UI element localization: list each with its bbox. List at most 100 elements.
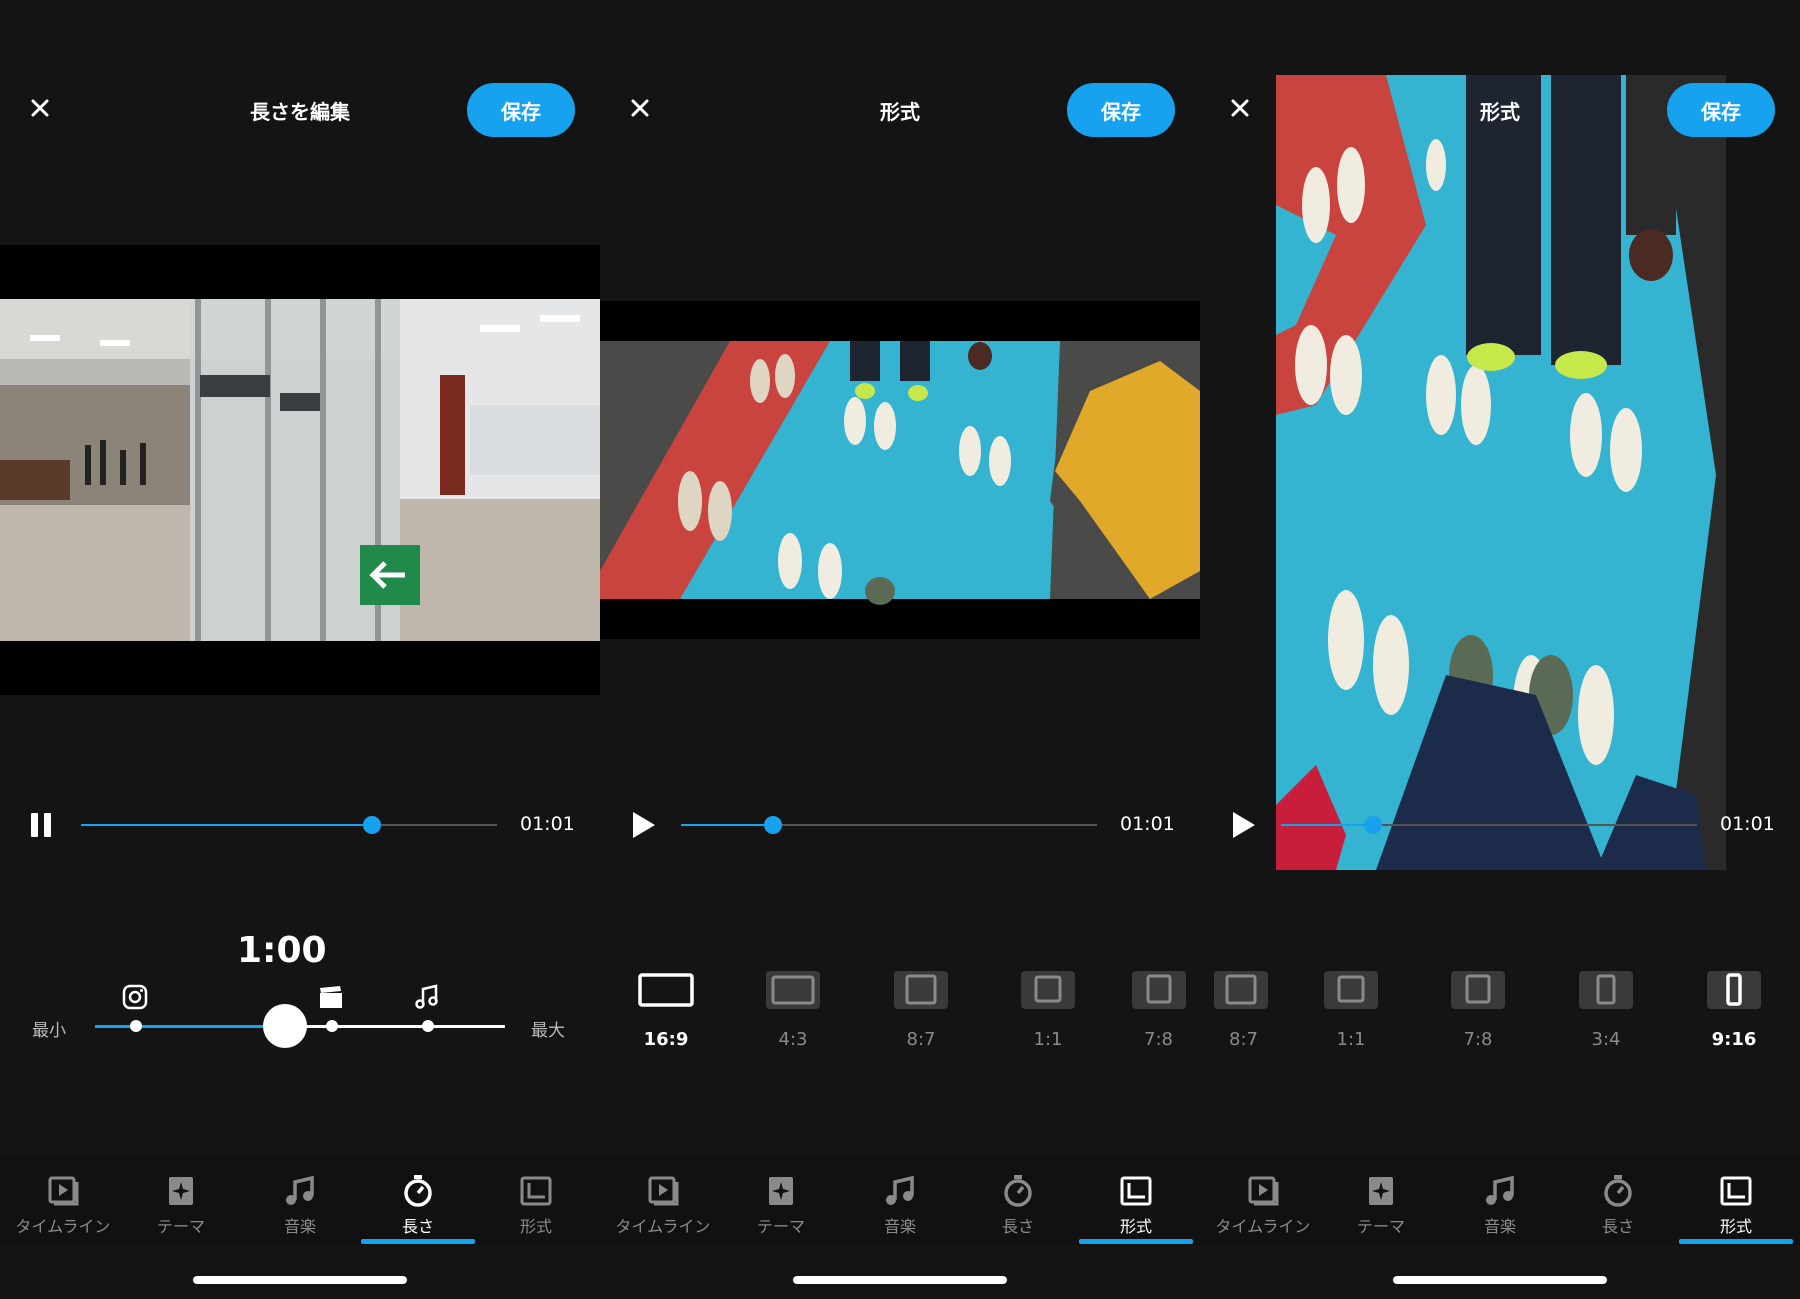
- tab-theme[interactable]: テーマ: [722, 1173, 840, 1237]
- duration-label: 01:01: [1120, 813, 1175, 835]
- ratio-1-1-icon: [1021, 971, 1075, 1009]
- close-button[interactable]: [1224, 92, 1256, 124]
- ratio-1-1-icon: [1324, 971, 1378, 1009]
- save-button[interactable]: 保存: [467, 83, 575, 137]
- tab-bar: タイムライン テーマ 音楽 長さ 形式: [600, 1155, 1200, 1245]
- tab-label: 長さ: [1001, 1217, 1034, 1236]
- format-icon: [520, 1176, 552, 1206]
- tab-bar: タイムライン テーマ 音楽 長さ 形式: [1200, 1155, 1800, 1245]
- length-slider[interactable]: [95, 1004, 505, 1048]
- format-option-7-8[interactable]: 7:8: [1132, 970, 1200, 1050]
- play-button[interactable]: [625, 808, 659, 842]
- tab-format[interactable]: 形式: [1677, 1173, 1795, 1237]
- seek-track[interactable]: [1281, 816, 1697, 834]
- tab-music[interactable]: 音楽: [841, 1173, 959, 1237]
- format-option-4-3[interactable]: 4:3: [748, 970, 838, 1050]
- tab-label: 長さ: [401, 1217, 434, 1236]
- format-option-8-7[interactable]: 8:7: [1200, 970, 1268, 1050]
- tab-timeline[interactable]: タイムライン: [1204, 1173, 1322, 1237]
- pause-button[interactable]: [25, 808, 59, 842]
- length-slider-knob[interactable]: [263, 1004, 307, 1048]
- video-frame-floor: [600, 341, 1200, 605]
- format-option-1-1[interactable]: 1:1: [1306, 970, 1396, 1050]
- format-option-3-4[interactable]: 3:4: [1561, 970, 1651, 1050]
- theme-sparkle-icon: [1369, 1177, 1393, 1205]
- active-tab-indicator: [361, 1239, 475, 1244]
- top-bar: 長さを編集 保存: [0, 80, 600, 140]
- play-button[interactable]: [1225, 808, 1259, 842]
- format-option-9-16[interactable]: 9:16: [1689, 970, 1779, 1050]
- tab-length[interactable]: 長さ: [959, 1173, 1077, 1237]
- stopwatch-icon: [1604, 1175, 1632, 1207]
- active-tab-indicator: [1079, 1239, 1193, 1244]
- length-slider-fill: [95, 1025, 285, 1028]
- tab-label: 音楽: [883, 1217, 916, 1236]
- format-option-7-8[interactable]: 7:8: [1433, 970, 1523, 1050]
- tab-format[interactable]: 形式: [477, 1173, 595, 1237]
- format-label: 8:7: [906, 1029, 936, 1050]
- screen-title: 形式: [880, 100, 920, 124]
- home-indicator: [193, 1276, 407, 1284]
- tab-label: テーマ: [1356, 1217, 1405, 1236]
- save-button[interactable]: 保存: [1667, 83, 1775, 137]
- tab-length[interactable]: 長さ: [1559, 1173, 1677, 1237]
- format-option-8-7[interactable]: 8:7: [876, 970, 966, 1050]
- save-button[interactable]: 保存: [1067, 83, 1175, 137]
- stopwatch-icon: [404, 1175, 432, 1207]
- video-preview[interactable]: [1276, 75, 1726, 870]
- format-label: 4:3: [778, 1029, 808, 1050]
- slider-marker-clip: [326, 1020, 338, 1032]
- tab-music[interactable]: 音楽: [241, 1173, 359, 1237]
- tab-timeline[interactable]: タイムライン: [604, 1173, 722, 1237]
- format-options: 16:9 4:3 8:7 1:1 7:8: [600, 970, 1200, 1070]
- active-tab-indicator: [1679, 1239, 1793, 1244]
- close-button[interactable]: [24, 92, 56, 124]
- video-preview[interactable]: [600, 301, 1200, 639]
- ratio-7-8-icon: [1132, 971, 1186, 1009]
- playback-bar: 01:01: [1200, 795, 1800, 855]
- format-label: 3:4: [1591, 1029, 1621, 1050]
- tab-length[interactable]: 長さ: [359, 1173, 477, 1237]
- duration-label: 01:01: [1720, 813, 1775, 835]
- seek-track[interactable]: [681, 816, 1097, 834]
- play-icon: [633, 812, 655, 838]
- tab-label: タイムライン: [1215, 1217, 1311, 1236]
- format-option-1-1[interactable]: 1:1: [1003, 970, 1093, 1050]
- video-preview[interactable]: [0, 245, 600, 695]
- music-note-icon: [414, 984, 440, 1014]
- format-label: 1:1: [1033, 1029, 1063, 1050]
- tab-format[interactable]: 形式: [1077, 1173, 1195, 1237]
- ratio-9-16-icon: [1707, 971, 1761, 1009]
- tab-music[interactable]: 音楽: [1441, 1173, 1559, 1237]
- slider-marker-instagram: [130, 1020, 142, 1032]
- screen-format-landscape: 形式 保存 01:01 16:9 4:3 8:7 1:1 7:8 タイムライン …: [600, 0, 1200, 1299]
- theme-sparkle-icon: [769, 1177, 793, 1205]
- format-icon: [1120, 1176, 1152, 1206]
- tab-theme[interactable]: テーマ: [122, 1173, 240, 1237]
- tab-theme[interactable]: テーマ: [1322, 1173, 1440, 1237]
- seek-progress: [1281, 824, 1373, 826]
- stopwatch-icon: [1004, 1175, 1032, 1207]
- clapperboard-icon: [318, 984, 344, 1014]
- screen-format-portrait: 形式 保存 01:01 8:7 1:1 7:8 3:4 9:16 タイムライン …: [1200, 0, 1800, 1299]
- format-icon: [1720, 1176, 1752, 1206]
- tab-label: 音楽: [1483, 1217, 1516, 1236]
- tab-label: 長さ: [1601, 1217, 1634, 1236]
- tab-timeline[interactable]: タイムライン: [4, 1173, 122, 1237]
- seek-progress: [81, 824, 373, 826]
- ratio-7-8-icon: [1451, 971, 1505, 1009]
- ratio-16-9-icon: [638, 973, 694, 1007]
- close-button[interactable]: [624, 92, 656, 124]
- ratio-4-3-icon: [766, 971, 820, 1009]
- seek-knob[interactable]: [363, 816, 382, 834]
- seek-track[interactable]: [81, 816, 497, 834]
- seek-knob[interactable]: [763, 816, 782, 834]
- format-option-16-9[interactable]: 16:9: [621, 970, 711, 1050]
- seek-knob[interactable]: [1363, 816, 1382, 834]
- tab-label: テーマ: [156, 1217, 205, 1236]
- top-bar: 形式 保存: [600, 80, 1200, 140]
- close-icon: [31, 99, 49, 117]
- tab-label: テーマ: [756, 1217, 805, 1236]
- close-icon: [1231, 99, 1249, 117]
- format-options: 8:7 1:1 7:8 3:4 9:16: [1200, 970, 1800, 1070]
